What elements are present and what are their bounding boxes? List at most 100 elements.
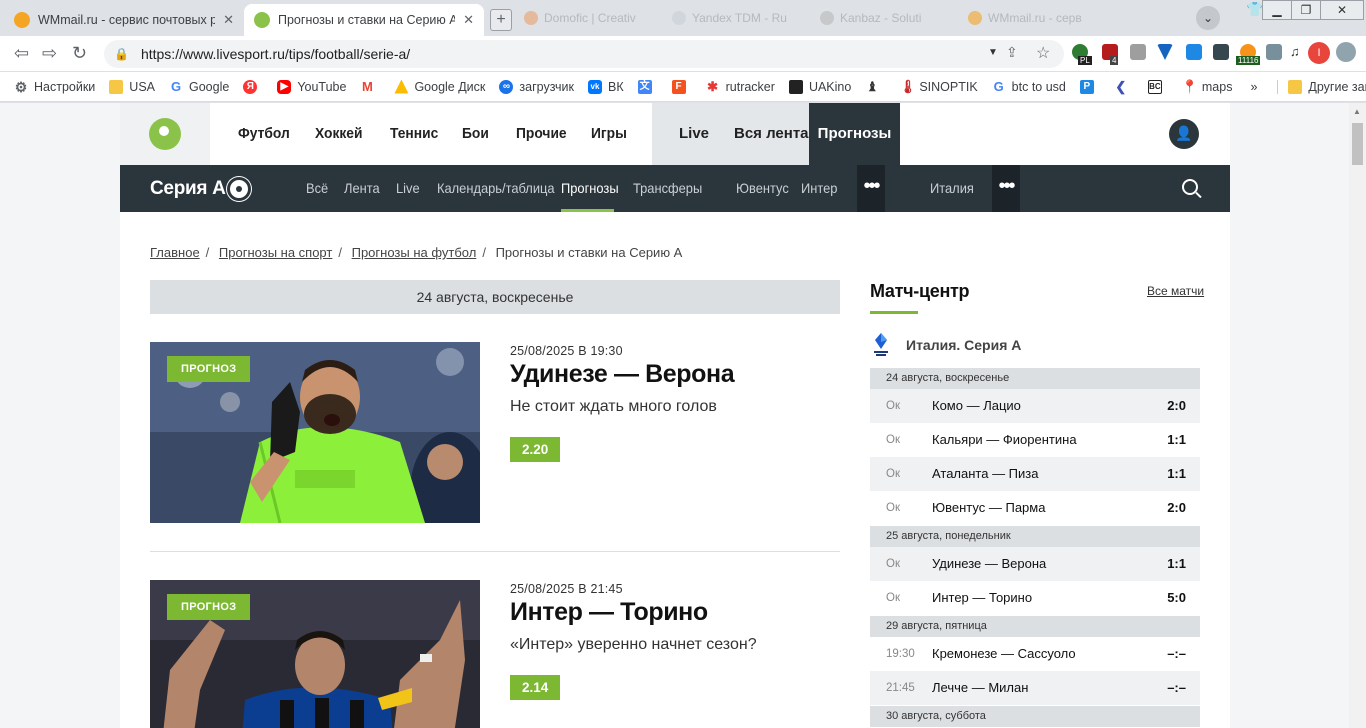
puzzle-extensions-icon[interactable] [1266, 44, 1282, 60]
article-photo[interactable]: ПРОГНОЗ [150, 342, 480, 523]
match-row[interactable]: Ок Удинезе — Верона 1:1 [870, 547, 1200, 581]
scroll-up-icon[interactable]: ▲ [1353, 107, 1361, 116]
match-row[interactable]: Ок Интер — Торино 5:0 [870, 581, 1200, 615]
subnav-juventus[interactable]: Ювентус [736, 165, 789, 212]
league-title[interactable]: Серия А [150, 165, 226, 212]
prediction-badge: ПРОГНОЗ [167, 356, 251, 382]
chrome-menu-icon[interactable] [1336, 42, 1356, 62]
football-ball-icon [227, 177, 251, 201]
subnav-all[interactable]: Всё [306, 165, 328, 212]
profile-avatar[interactable]: I [1308, 42, 1330, 64]
tab-search-button[interactable]: ⌄ [1196, 6, 1220, 30]
all-matches-link[interactable]: Все матчи [1147, 284, 1204, 298]
bookmark-item[interactable]: BC [1147, 79, 1168, 94]
match-row[interactable]: 19:30 Кремонезе — Сассуоло –:– [870, 637, 1200, 671]
bookmarks-overflow-button[interactable]: » [1250, 80, 1257, 94]
tab-wmmail[interactable]: WMmail.ru - сервис почтовых рас ✕ [4, 4, 244, 36]
bookmark-item[interactable]: ❮ [1114, 79, 1134, 94]
nav-live[interactable]: Live [679, 103, 709, 165]
new-tab-button[interactable]: + [490, 9, 512, 31]
dropdown-icon[interactable]: ▼ [988, 47, 998, 58]
nav-hockey[interactable]: Хоккей [315, 103, 362, 165]
bookmark-item[interactable]: ✱ rutracker [706, 79, 775, 94]
subnav-calendar[interactable]: Календарь/таблица [437, 165, 555, 212]
share-icon[interactable]: ⇪ [1006, 44, 1018, 61]
suitcase-extension-icon[interactable] [1130, 44, 1146, 60]
download-extension-icon[interactable] [1186, 44, 1202, 60]
site-logo[interactable] [120, 103, 210, 165]
nav-predictions[interactable]: Прогнозы [809, 103, 900, 165]
tab-livesport[interactable]: Прогнозы и ставки на Серию А с ✕ [244, 4, 484, 36]
match-row[interactable]: Ок Кальяри — Фиорентина 1:1 [870, 423, 1200, 457]
prediction-card[interactable]: ПРОГНОЗ 25/08/2025 В 21:45 Интер — Торин… [150, 580, 840, 728]
odds-badge[interactable]: 2.14 [510, 675, 561, 700]
bookmark-item[interactable]: 📍 maps [1182, 79, 1233, 94]
bookmark-item[interactable]: F [671, 79, 692, 94]
terminal-extension-icon[interactable] [1213, 44, 1229, 60]
background-tab[interactable]: Kanbaz - Soluti [820, 9, 921, 27]
subnav-inter[interactable]: Интер [801, 165, 837, 212]
bookmark-item[interactable]: 🌡 SINOPTIK [899, 79, 977, 94]
subnav-transfers[interactable]: Трансферы [633, 165, 702, 212]
maximize-button[interactable]: ❐ [1291, 0, 1321, 20]
search-icon[interactable] [1182, 179, 1198, 195]
nav-fights[interactable]: Бои [462, 103, 489, 165]
bookmark-star-icon[interactable]: ☆ [1036, 43, 1050, 63]
subnav-italy[interactable]: Италия [930, 165, 974, 212]
nav-all-feed[interactable]: Вся лента [734, 103, 809, 165]
bookmark-item[interactable]: ♝ [865, 79, 885, 94]
forward-icon[interactable]: ⇨ [42, 44, 57, 62]
article-title[interactable]: Удинезе — Верона [510, 360, 735, 389]
bookmark-item[interactable]: USA [109, 79, 155, 94]
background-tab[interactable]: Domofic | Creativ [524, 9, 636, 27]
background-tab[interactable]: WMmail.ru - серв [968, 9, 1082, 27]
close-tab-icon[interactable]: ✕ [223, 12, 234, 28]
nav-football[interactable]: Футбол [238, 103, 290, 165]
bookmark-item[interactable]: ∞ загрузчик [499, 79, 574, 94]
url-text[interactable]: https://www.livesport.ru/tips/football/s… [141, 46, 410, 62]
reload-icon[interactable]: ↻ [72, 44, 87, 62]
nav-tennis[interactable]: Теннис [390, 103, 438, 165]
bookmark-item[interactable]: ⚙ Настройки [14, 80, 96, 94]
article-title[interactable]: Интер — Торино [510, 598, 708, 627]
breadcrumb-link[interactable]: Прогнозы на футбол [352, 245, 477, 260]
media-control-icon[interactable]: ♫ [1290, 44, 1300, 59]
nav-games[interactable]: Игры [591, 103, 627, 165]
match-row[interactable]: Ок Аталанта — Пиза 1:1 [870, 457, 1200, 491]
bookmark-item[interactable]: ▶ YouTube [277, 79, 346, 94]
scrollbar-thumb[interactable] [1352, 123, 1363, 165]
background-tab[interactable]: Yandex TDM - Ru [672, 9, 787, 27]
match-row[interactable]: Ок Ювентус — Парма 2:0 [870, 491, 1200, 525]
page-scrollbar[interactable]: ▲ [1349, 103, 1366, 728]
match-center-league[interactable]: Италия. Серия А [870, 331, 1021, 359]
match-row[interactable]: 21:45 Лечче — Милан –:– [870, 671, 1200, 705]
close-tab-icon[interactable]: ✕ [463, 12, 474, 28]
bookmark-item[interactable]: Я [243, 79, 263, 94]
bookmark-item[interactable]: vk ВК [587, 79, 624, 94]
user-account-icon[interactable]: 👤 [1169, 119, 1199, 149]
subnav-predictions[interactable]: Прогнозы [561, 165, 619, 212]
subnav-feed[interactable]: Лента [344, 165, 380, 212]
prediction-card[interactable]: ПРОГНОЗ 25/08/2025 В 19:30 Удинезе — Вер… [150, 342, 840, 532]
other-bookmarks[interactable]: Другие закладки [1277, 79, 1366, 94]
bookmark-item[interactable]: 文 [637, 79, 658, 94]
bookmark-item[interactable]: P [1079, 79, 1100, 94]
address-bar[interactable]: 🔒 https://www.livesport.ru/tips/football… [104, 40, 1064, 68]
odds-badge[interactable]: 2.20 [510, 437, 561, 462]
match-row[interactable]: Ок Комо — Лацио 2:0 [870, 389, 1200, 423]
bookmark-item[interactable]: M [360, 79, 380, 94]
article-photo[interactable]: ПРОГНОЗ [150, 580, 480, 728]
breadcrumb-link[interactable]: Прогнозы на спорт [219, 245, 332, 260]
minimize-button[interactable]: ▁ [1262, 0, 1292, 20]
bookmark-item[interactable]: G Google [169, 79, 229, 94]
bookmark-item[interactable]: UAKino [788, 79, 851, 94]
nav-other[interactable]: Прочие [516, 103, 567, 165]
subnav-more-button[interactable]: ••• [857, 165, 885, 212]
bookmark-item[interactable]: Gbtc to usd [992, 79, 1066, 94]
bookmark-item[interactable]: Google Диск [394, 79, 485, 94]
close-window-button[interactable]: ✕ [1320, 0, 1364, 20]
back-icon[interactable]: ⇦ [14, 44, 29, 62]
subnav-more-button[interactable]: ••• [992, 165, 1020, 212]
breadcrumb-link[interactable]: Главное [150, 245, 200, 260]
subnav-live[interactable]: Live [396, 165, 420, 212]
